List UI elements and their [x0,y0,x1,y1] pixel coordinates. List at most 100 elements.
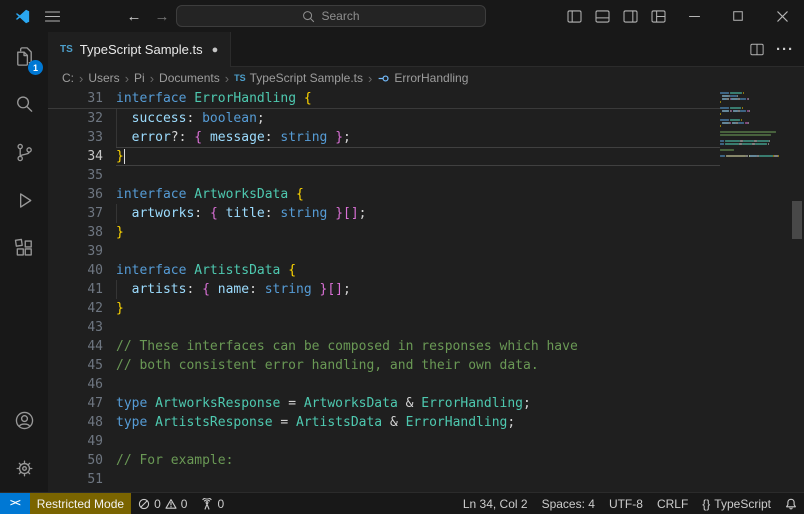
language-mode[interactable]: {} TypeScript [695,493,778,514]
go-forward-icon[interactable]: → [148,3,176,29]
line-col-label: Ln 34, Col 2 [463,497,528,511]
menu-icon[interactable] [38,3,66,29]
line-number[interactable]: 37 [48,204,116,223]
code-line[interactable]: 39 [48,242,720,261]
line-number[interactable]: 35 [48,166,116,185]
sidebar-item-search[interactable] [0,80,48,128]
toggle-panel-icon[interactable] [588,3,616,29]
code-editor[interactable]: 31interface ErrorHandling {32 success: b… [48,89,804,492]
breadcrumb-item[interactable]: Documents [159,71,220,85]
scrollbar-thumb[interactable] [792,201,802,239]
code-line[interactable]: 33 error?: { message: string }; [48,128,720,147]
code-token: : [249,282,265,297]
minimize-button[interactable] [672,0,716,32]
line-number[interactable]: 34 [48,147,116,166]
sidebar-item-extensions[interactable] [0,224,48,272]
close-button[interactable] [760,0,804,32]
breadcrumb-item[interactable]: ErrorHandling [377,71,468,85]
code-line[interactable]: 32 success: boolean; [48,109,720,128]
more-actions-icon[interactable]: ··· [776,41,794,58]
line-number[interactable]: 31 [48,89,116,108]
line-number[interactable]: 38 [48,223,116,242]
line-number[interactable]: 40 [48,261,116,280]
code-line[interactable]: 47type ArtworksResponse = ArtworksData &… [48,394,720,413]
toggle-secondary-sidebar-icon[interactable] [616,3,644,29]
line-number[interactable]: 36 [48,185,116,204]
line-number[interactable]: 44 [48,337,116,356]
vertical-scrollbar[interactable] [790,89,804,492]
code-token: { [210,206,218,221]
line-number[interactable]: 32 [48,109,116,128]
cursor-position[interactable]: Ln 34, Col 2 [456,493,535,514]
code-line[interactable]: 34} [48,147,720,166]
line-number[interactable]: 33 [48,128,116,147]
eol-setting[interactable]: CRLF [650,493,695,514]
code-line[interactable]: 42} [48,299,720,318]
code-line[interactable]: 40interface ArtistsData { [48,261,720,280]
modified-indicator[interactable]: ● [212,44,219,56]
restricted-mode-badge[interactable]: Restricted Mode [30,493,131,514]
line-number[interactable]: 43 [48,318,116,337]
code-token: = [273,415,296,430]
line-number[interactable]: 48 [48,413,116,432]
notifications-button[interactable] [778,493,804,514]
code-line[interactable]: 43 [48,318,720,337]
line-number[interactable]: 51 [48,470,116,489]
sidebar-item-source-control[interactable] [0,128,48,176]
sidebar-item-explorer[interactable]: 1 [0,32,48,80]
line-number[interactable]: 41 [48,280,116,299]
code-line[interactable]: 31interface ErrorHandling { [48,89,720,109]
breadcrumb-item[interactable]: TSTypeScript Sample.ts [234,71,363,85]
code-token: interface [116,91,186,106]
language-label: TypeScript [714,497,771,511]
indentation-setting[interactable]: Spaces: 4 [535,493,602,514]
minimap-line [720,101,788,103]
code-token: { [296,187,304,202]
breadcrumb-item[interactable]: C: [62,71,74,85]
tab-typescript-sample[interactable]: TS TypeScript Sample.ts ● [48,32,231,67]
line-number[interactable]: 49 [48,432,116,451]
code-line[interactable]: 48type ArtistsResponse = ArtistsData & E… [48,413,720,432]
code-line[interactable]: 46 [48,375,720,394]
maximize-button[interactable] [716,0,760,32]
code-lines: 31interface ErrorHandling {32 success: b… [48,89,720,492]
line-number[interactable]: 46 [48,375,116,394]
code-line[interactable]: 37 artworks: { title: string }[]; [48,204,720,223]
indentation-label: Spaces: 4 [542,497,595,511]
line-number[interactable]: 47 [48,394,116,413]
accounts-button[interactable] [0,396,48,444]
code-line[interactable]: 45// both consistent error handling, and… [48,356,720,375]
encoding-setting[interactable]: UTF-8 [602,493,650,514]
code-token: & [382,415,405,430]
minimap[interactable] [718,89,788,492]
ports-indicator[interactable]: 0 [194,493,231,514]
code-line[interactable]: 49 [48,432,720,451]
code-line[interactable]: 41 artists: { name: string }[]; [48,280,720,299]
go-back-icon[interactable]: ← [120,3,148,29]
problems-indicator[interactable]: 0 0 [131,493,194,514]
code-token: } [335,130,343,145]
line-number[interactable]: 42 [48,299,116,318]
symbol-interface-icon [377,72,390,85]
breadcrumb-item[interactable]: Users [88,71,119,85]
code-line[interactable]: 36interface ArtworksData { [48,185,720,204]
code-line[interactable]: 51 [48,470,720,489]
line-number[interactable]: 39 [48,242,116,261]
line-number[interactable]: 45 [48,356,116,375]
breadcrumb: C:›Users›Pi›Documents›TSTypeScript Sampl… [48,67,804,89]
breadcrumb-item[interactable]: Pi [134,71,145,85]
code-line[interactable]: 38} [48,223,720,242]
code-content: interface ArtworksData { [116,185,720,204]
code-line[interactable]: 35 [48,166,720,185]
search-input[interactable]: Search [176,5,486,27]
code-line[interactable]: 44// These interfaces can be composed in… [48,337,720,356]
code-line[interactable]: 50// For example: [48,451,720,470]
customize-layout-icon[interactable] [644,3,672,29]
sidebar-item-run-debug[interactable] [0,176,48,224]
settings-button[interactable] [0,444,48,492]
code-token: ErrorHandling [194,91,296,106]
line-number[interactable]: 50 [48,451,116,470]
split-editor-icon[interactable] [750,43,764,56]
toggle-primary-sidebar-icon[interactable] [560,3,588,29]
remote-indicator[interactable]: >< [0,493,30,514]
